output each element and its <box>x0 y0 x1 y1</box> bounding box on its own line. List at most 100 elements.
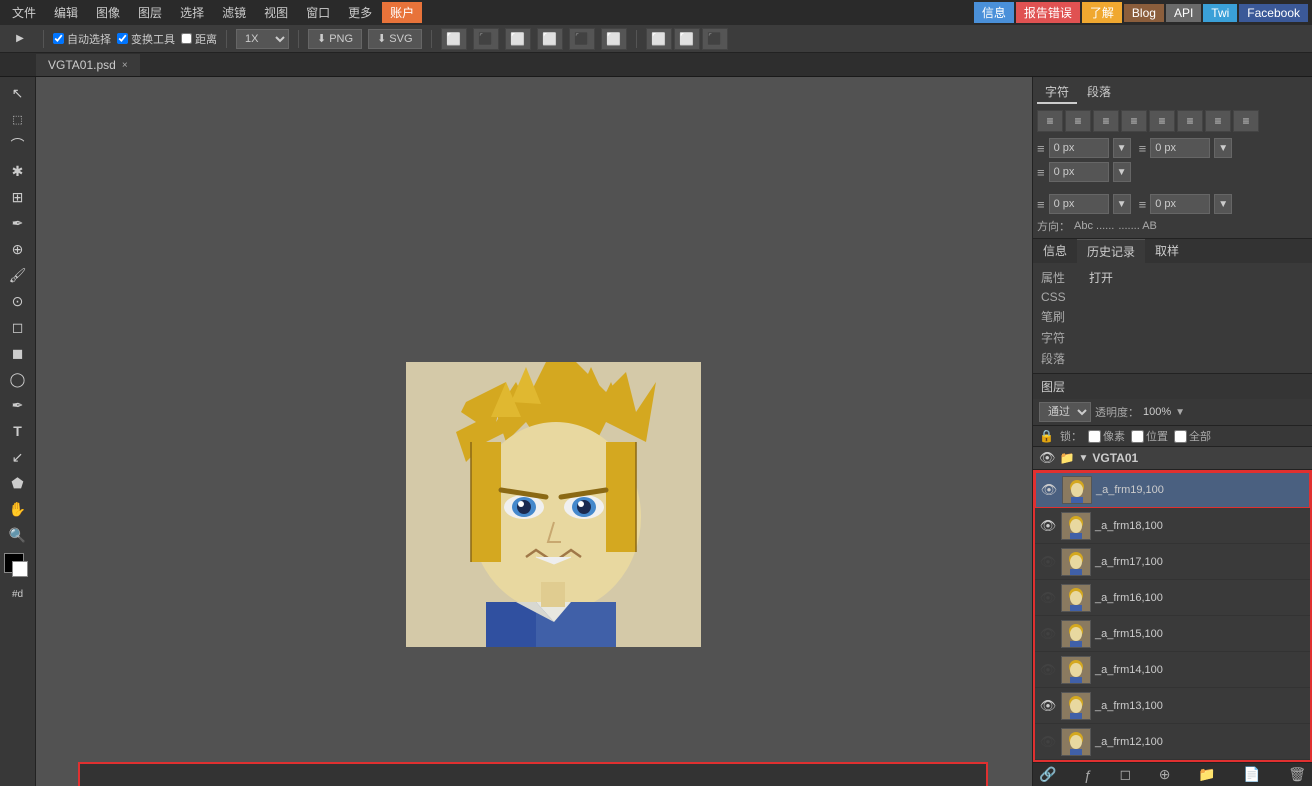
text-tool[interactable]: T <box>4 419 32 443</box>
layer-eye-toggle[interactable]: 👁 <box>1039 590 1057 606</box>
eraser-tool[interactable]: ◻ <box>4 315 32 339</box>
distribute-t-btn[interactable]: ⬛ <box>702 28 728 50</box>
lasso-tool[interactable]: ⌒ <box>4 133 32 157</box>
opacity-val[interactable]: 100% <box>1143 406 1171 418</box>
menu-more[interactable]: 更多 <box>340 2 380 23</box>
char-tab-font[interactable]: 字符 <box>1037 81 1077 104</box>
lock-all-checkbox[interactable] <box>1174 430 1187 443</box>
menu-file[interactable]: 文件 <box>4 2 44 23</box>
text-justify-all[interactable]: ≡ <box>1205 110 1231 132</box>
group-expand-arrow[interactable]: ▼ <box>1078 453 1088 464</box>
brush-tool[interactable]: 🖌 <box>4 263 32 287</box>
menu-edit[interactable]: 编辑 <box>46 2 86 23</box>
nav-report-btn[interactable]: 报告错误 <box>1016 2 1080 23</box>
layers-group[interactable]: 👁 📁 ▼ VGTA01 <box>1033 447 1312 470</box>
char-dropdown-2[interactable]: ▼ <box>1214 138 1232 158</box>
layer-eye-toggle[interactable]: 👁 <box>1039 734 1057 750</box>
align-bottom-btn[interactable]: ⬜ <box>601 28 627 50</box>
nav-facebook-btn[interactable]: Facebook <box>1239 4 1308 22</box>
layer-item[interactable]: 👁 _a_frm14,100 <box>1035 652 1310 688</box>
menu-window[interactable]: 窗口 <box>298 2 338 23</box>
layers-mask-icon[interactable]: ◻ <box>1119 766 1131 783</box>
text-justify-center[interactable]: ≡ <box>1149 110 1175 132</box>
lock-pixels-checkbox[interactable] <box>1088 430 1101 443</box>
svg-btn[interactable]: ⬇ SVG <box>368 29 421 49</box>
png-btn[interactable]: ⬇ PNG <box>308 29 362 49</box>
align-middle-btn[interactable]: ⬛ <box>569 28 595 50</box>
pen-tool[interactable]: ✒ <box>4 393 32 417</box>
layer-item[interactable]: 👁 _a_frm16,100 <box>1035 580 1310 616</box>
canvas-area[interactable] <box>36 77 1032 786</box>
layers-fx-icon[interactable]: ƒ <box>1084 767 1092 783</box>
auto-select-checkbox[interactable] <box>53 33 64 44</box>
text-justify-force[interactable]: ≡ <box>1233 110 1259 132</box>
layer-item[interactable]: 👁 _a_frm12,100 <box>1035 724 1310 760</box>
color-swatch[interactable] <box>4 553 32 581</box>
align-left-btn[interactable]: ⬜ <box>441 28 467 50</box>
layers-group-icon[interactable]: 📁 <box>1198 766 1215 783</box>
nav-twi-btn[interactable]: Twi <box>1203 4 1237 22</box>
layers-delete-icon[interactable]: 🗑 <box>1288 766 1306 783</box>
info-val-attr[interactable]: 打开 <box>1089 269 1113 286</box>
layer-item[interactable]: 👁 _a_frm13,100 <box>1035 688 1310 724</box>
layer-eye-toggle[interactable]: 👁 <box>1040 482 1058 498</box>
path-select-tool[interactable]: ↙ <box>4 445 32 469</box>
dodge-tool[interactable]: ◯ <box>4 367 32 391</box>
info-tab-sample[interactable]: 取样 <box>1145 239 1189 263</box>
layers-adjust-icon[interactable]: ⊕ <box>1159 766 1171 783</box>
shape-tool[interactable]: ⬟ <box>4 471 32 495</box>
crop-tool[interactable]: ⊞ <box>4 185 32 209</box>
lock-position-checkbox[interactable] <box>1131 430 1144 443</box>
pointer-tool[interactable]: ↖ <box>4 81 32 105</box>
zoom-tool[interactable]: 🔍 <box>4 523 32 547</box>
background-color[interactable] <box>12 561 28 577</box>
menu-layer[interactable]: 图层 <box>130 2 170 23</box>
char-tab-paragraph[interactable]: 段落 <box>1079 81 1119 104</box>
layer-item[interactable]: 👁 _a_frm19,100 <box>1035 472 1310 508</box>
heal-tool[interactable]: ⊕ <box>4 237 32 261</box>
text-align-left[interactable]: ≡ <box>1037 110 1063 132</box>
layer-eye-toggle[interactable]: 👁 <box>1039 662 1057 678</box>
nav-learn-btn[interactable]: 了解 <box>1082 2 1122 23</box>
menu-filter[interactable]: 滤镜 <box>214 2 254 23</box>
text-align-center[interactable]: ≡ <box>1065 110 1091 132</box>
char-input-4[interactable] <box>1049 194 1109 214</box>
transform-checkbox[interactable] <box>117 33 128 44</box>
text-justify-left[interactable]: ≡ <box>1121 110 1147 132</box>
layers-new-icon[interactable]: 📄 <box>1243 766 1260 783</box>
nav-info-btn[interactable]: 信息 <box>974 2 1014 23</box>
layer-item[interactable]: 👁 _a_frm15,100 <box>1035 616 1310 652</box>
zoom-dropdown[interactable]: 1X2X0.5X <box>236 29 289 49</box>
distribute-v-btn[interactable]: ⬜ <box>646 28 672 50</box>
menu-image[interactable]: 图像 <box>88 2 128 23</box>
char-input-5[interactable] <box>1150 194 1210 214</box>
nav-blog-btn[interactable]: Blog <box>1124 4 1164 22</box>
gradient-tool[interactable]: ◼ <box>4 341 32 365</box>
nav-api-btn[interactable]: API <box>1166 4 1201 22</box>
clone-tool[interactable]: ⊙ <box>4 289 32 313</box>
tab-close-btn[interactable]: × <box>122 60 128 71</box>
char-dropdown-4[interactable]: ▼ <box>1113 194 1131 214</box>
align-center-btn[interactable]: ⬛ <box>473 28 499 50</box>
hand-tool[interactable]: ✋ <box>4 497 32 521</box>
magic-wand-tool[interactable]: ✱ <box>4 159 32 183</box>
layer-visibility-eye[interactable]: 👁 <box>1039 450 1056 466</box>
menu-select[interactable]: 选择 <box>172 2 212 23</box>
layers-mode-select[interactable]: 通过正常溶解 <box>1039 402 1091 422</box>
align-right-btn[interactable]: ⬜ <box>505 28 531 50</box>
char-input-1[interactable] <box>1049 138 1109 158</box>
char-input-2[interactable] <box>1150 138 1210 158</box>
char-dropdown-3[interactable]: ▼ <box>1113 162 1131 182</box>
text-align-right[interactable]: ≡ <box>1093 110 1119 132</box>
layer-item[interactable]: 👁 _a_frm18,100 <box>1035 508 1310 544</box>
align-top-btn[interactable]: ⬜ <box>537 28 563 50</box>
select-rect-tool[interactable]: ⬚ <box>4 107 32 131</box>
text-justify-right[interactable]: ≡ <box>1177 110 1203 132</box>
eyedropper-tool[interactable]: ✒ <box>4 211 32 235</box>
layers-link-icon[interactable]: 🔗 <box>1039 766 1056 783</box>
info-tab-info[interactable]: 信息 <box>1033 239 1077 263</box>
menu-view[interactable]: 视图 <box>256 2 296 23</box>
layer-eye-toggle[interactable]: 👁 <box>1039 698 1057 714</box>
layer-eye-toggle[interactable]: 👁 <box>1039 626 1057 642</box>
menu-account[interactable]: 账户 <box>382 2 422 23</box>
